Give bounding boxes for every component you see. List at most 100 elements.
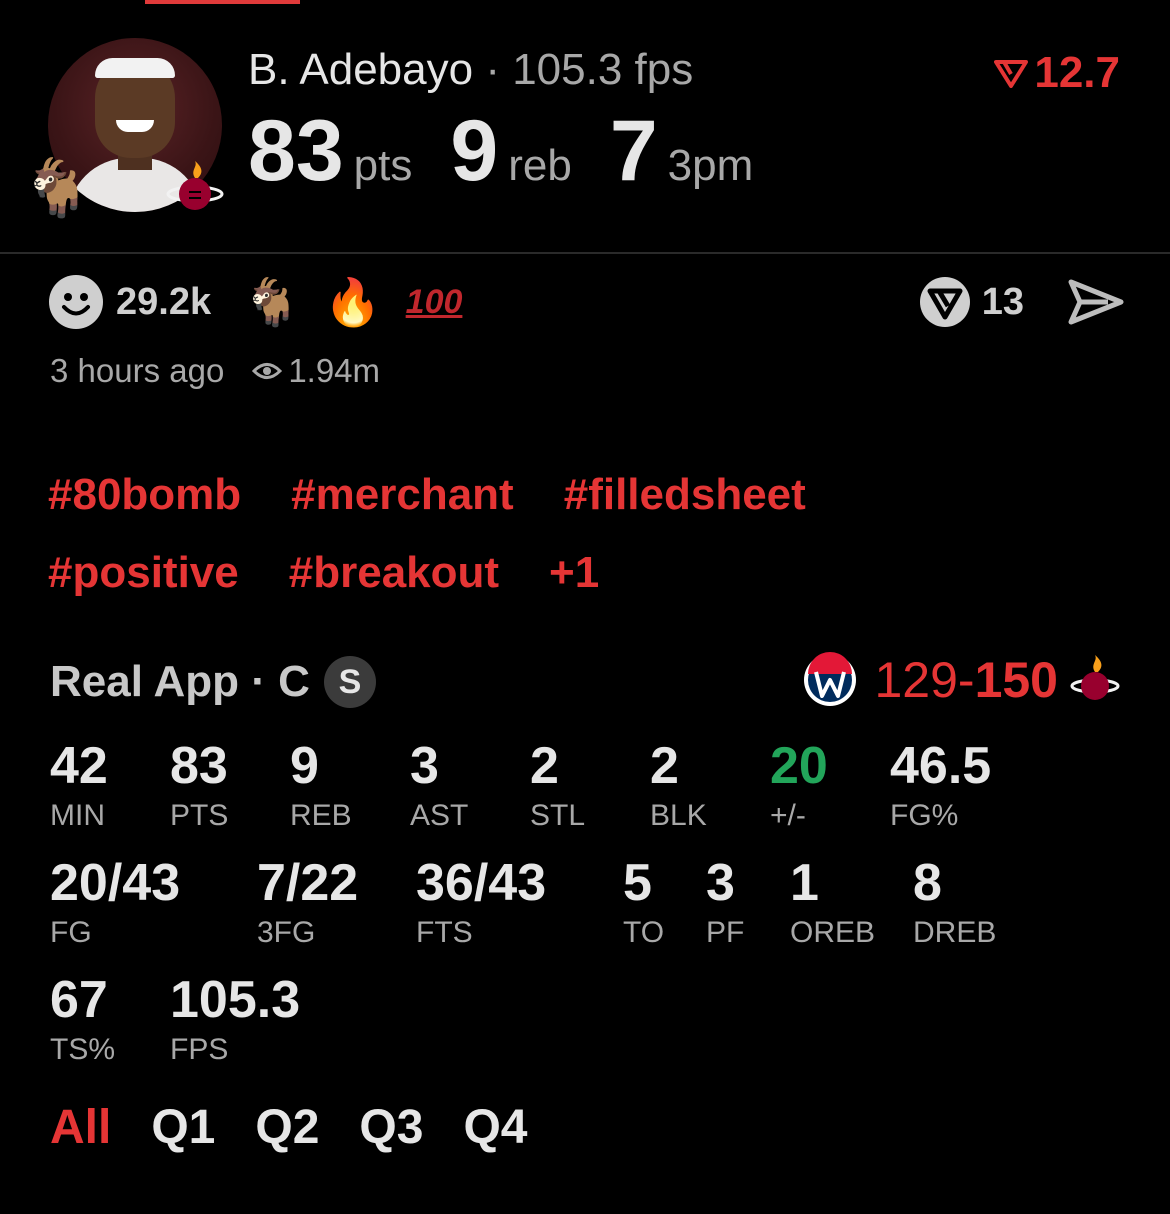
stat-value: 8 (913, 854, 942, 912)
fire-reaction-icon[interactable]: 🔥 (324, 279, 381, 325)
stat-label: PTS (170, 799, 229, 832)
stat-label: FG (50, 916, 92, 949)
stat-value: 36/43 (416, 854, 547, 912)
period-tabs: All Q1 Q2 Q3 Q4 (50, 1100, 567, 1155)
stat-value: 5 (623, 854, 652, 912)
stat-blk: 2 BLK (650, 738, 707, 834)
tab-q3[interactable]: Q3 (359, 1100, 423, 1155)
stat-label: DREB (913, 916, 997, 949)
headline-pts-value: 83 (248, 103, 344, 199)
headline-reb-unit: reb (508, 141, 572, 190)
reaction-count: 29.2k (116, 280, 212, 323)
stat-value: 7/22 (257, 854, 359, 912)
source-label: Real App · C (50, 657, 310, 706)
time-ago: 3 hours ago (50, 352, 225, 389)
heat-logo-icon (166, 161, 224, 210)
tab-all[interactable]: All (50, 1100, 111, 1155)
away-score: 129 (874, 652, 958, 708)
eye-icon (252, 363, 283, 379)
hashtag[interactable]: #merchant (291, 470, 514, 520)
player-title[interactable]: B. Adebayo · 105.3 fps (248, 44, 693, 96)
hashtag[interactable]: #breakout (289, 548, 499, 598)
headline-stats: 83 pts 9 reb 7 3pm (248, 106, 791, 196)
stat-label: PF (706, 916, 745, 949)
post-actions: 13 (918, 272, 1124, 332)
stat-min: 42 MIN (50, 738, 108, 834)
stat-label: AST (410, 799, 469, 832)
hashtag[interactable]: #positive (48, 548, 239, 598)
hashtag[interactable]: #filledsheet (564, 470, 806, 520)
stat-to: 5 TO (623, 855, 664, 951)
heat-logo-icon (1070, 655, 1120, 700)
goat-badge-icon: 🐐 (22, 156, 92, 219)
stat-reb: 9 REB (290, 738, 352, 834)
stat-value: 83 (170, 737, 228, 795)
title-separator: · (485, 45, 500, 94)
stat-label: +/- (770, 799, 806, 832)
stat-fg-pct: 46.5 FG% (890, 738, 991, 834)
stat-dreb: 8 DREB (913, 855, 996, 951)
headline-reb-value: 9 (450, 103, 499, 199)
game-score[interactable]: 129-150 (802, 648, 1120, 712)
views-value: 1.94m (288, 352, 381, 389)
s-badge[interactable]: S (323, 656, 376, 708)
post-header: 🐐 B. Adebayo · 105.3 fps 83 pts 9 reb 7 … (0, 0, 1170, 252)
player-name[interactable]: B. Adebayo (248, 45, 473, 94)
stat-source: Real App · C S (50, 652, 376, 712)
stat-value: 20/43 (50, 854, 181, 912)
fps-text: 105.3 fps (512, 45, 694, 94)
stat-value: 42 (50, 737, 108, 795)
stat-value: 46.5 (890, 737, 992, 795)
stat-plus-minus: 20 +/- (770, 738, 828, 834)
stat-fg: 20/43 FG (50, 855, 180, 951)
stat-pf: 3 PF (706, 855, 744, 951)
stat-ts-pct: 67 TS% (50, 972, 115, 1068)
tab-q1[interactable]: Q1 (151, 1100, 215, 1155)
hashtag-list: #80bomb #merchant #filledsheet #positive… (48, 456, 1128, 612)
trend-indicator[interactable]: 12.7 (994, 48, 1120, 98)
stat-value: 105.3 (170, 971, 301, 1029)
stat-label: MIN (50, 799, 105, 832)
stat-value: 2 (650, 737, 679, 795)
stat-oreb: 1 OREB (790, 855, 875, 951)
smile-reaction-icon[interactable] (48, 274, 104, 330)
hashtag-row-2: #positive #breakout +1 (48, 534, 1128, 612)
headline-3pm-value: 7 (609, 103, 658, 199)
header-divider (0, 252, 1170, 254)
hashtag[interactable]: #80bomb (48, 470, 241, 520)
stat-value: 20 (770, 737, 828, 795)
share-icon[interactable] (1068, 278, 1124, 326)
vip-icon[interactable] (918, 275, 972, 329)
hundred-reaction-icon[interactable]: 100 (406, 285, 463, 319)
stat-pts: 83 PTS (170, 738, 228, 834)
stat-label: REB (290, 799, 352, 832)
stat-value: 1 (790, 854, 819, 912)
stat-value: 67 (50, 971, 108, 1029)
final-score: 129-150 (874, 651, 1058, 709)
stat-label: OREB (790, 916, 876, 949)
stat-fts: 36/43 FTS (416, 855, 546, 951)
stat-fps: 105.3 FPS (170, 972, 300, 1068)
stat-stl: 2 STL (530, 738, 585, 834)
tab-q2[interactable]: Q2 (255, 1100, 319, 1155)
headline-pts-unit: pts (353, 141, 413, 190)
more-tags-button[interactable]: +1 (549, 548, 599, 598)
stat-value: 3 (706, 854, 735, 912)
stat-label: STL (530, 799, 586, 832)
hashtag-row-1: #80bomb #merchant #filledsheet (48, 456, 1128, 534)
stat-label: TS% (50, 1033, 116, 1066)
view-count: 1.94m (252, 352, 380, 390)
goat-reaction-icon[interactable]: 🐐 (243, 279, 300, 325)
stat-value: 2 (530, 737, 559, 795)
stat-label: TO (623, 916, 665, 949)
trend-value: 12.7 (1034, 48, 1120, 97)
reactions-row: 29.2k 🐐 🔥 100 (48, 272, 486, 332)
stat-label: FG% (890, 799, 959, 832)
home-score: 150 (974, 652, 1058, 708)
wizards-logo-icon (804, 652, 857, 706)
vip-count: 13 (981, 280, 1024, 323)
stat-label: FTS (416, 916, 473, 949)
tab-q4[interactable]: Q4 (463, 1100, 527, 1155)
stat-3fg: 7/22 3FG (257, 855, 358, 951)
headline-3pm-unit: 3pm (667, 141, 754, 190)
